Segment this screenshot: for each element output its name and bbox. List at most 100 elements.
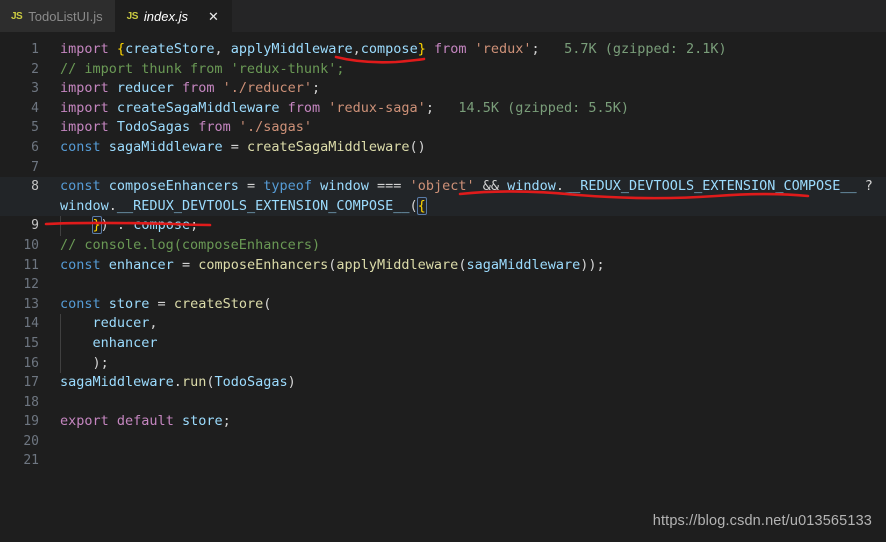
- code-line[interactable]: 1 import {createStore, applyMiddleware,c…: [0, 40, 886, 60]
- code-line[interactable]: 10 // console.log(composeEnhancers): [0, 236, 886, 256]
- line-number: 12: [23, 277, 39, 293]
- close-icon[interactable]: ✕: [208, 10, 219, 23]
- tab-todolistui-js[interactable]: JS TodoListUI.js: [0, 0, 116, 32]
- line-content[interactable]: export default store;: [50, 412, 886, 432]
- code-line[interactable]: 20: [0, 432, 886, 452]
- code-line[interactable]: 19 export default store;: [0, 412, 886, 432]
- editor-tab-bar: JS TodoListUI.js JS index.js ✕: [0, 0, 886, 32]
- line-content[interactable]: // import thunk from 'redux-thunk';: [50, 60, 886, 80]
- token-brace-open: {: [116, 41, 126, 57]
- token-window: window: [320, 178, 369, 195]
- line-content[interactable]: // console.log(composeEnhancers): [50, 236, 886, 256]
- token-store: store: [181, 413, 223, 430]
- line-number: 2: [31, 61, 39, 77]
- watermark-url: https://blog.csdn.net/u013565133: [652, 513, 872, 529]
- token-comment: // console.log(composeEnhancers): [60, 236, 321, 253]
- token-brace-close-matched: }: [91, 216, 102, 235]
- code-line[interactable]: 2 // import thunk from 'redux-thunk';: [0, 60, 886, 80]
- line-content[interactable]: [50, 158, 886, 178]
- line-content[interactable]: [50, 451, 886, 471]
- token-paren-open: (: [263, 295, 272, 312]
- code-content[interactable]: 1 import {createStore, applyMiddleware,c…: [0, 32, 886, 471]
- token-const: const: [60, 256, 101, 273]
- indent-guide: [60, 333, 61, 354]
- code-line[interactable]: 14 reducer,: [0, 314, 886, 334]
- line-content[interactable]: import createSagaMiddleware from 'redux-…: [50, 99, 886, 119]
- token-ternary-question: ?: [856, 178, 873, 195]
- code-line[interactable]: 21: [0, 451, 886, 471]
- token-run-method: run: [181, 374, 207, 391]
- line-content[interactable]: [50, 275, 886, 295]
- code-line[interactable]: 6 const sagaMiddleware = createSagaMiddl…: [0, 138, 886, 158]
- line-content[interactable]: import reducer from './reducer';: [50, 79, 886, 99]
- line-content[interactable]: enhancer: [50, 333, 886, 354]
- line-content[interactable]: [50, 393, 886, 413]
- token-semicolon: ;: [190, 217, 199, 234]
- code-line[interactable]: 7: [0, 158, 886, 178]
- token-sagamiddleware: sagaMiddleware: [60, 374, 174, 391]
- code-line[interactable]: 5 import TodoSagas from './sagas': [0, 118, 886, 138]
- token-composeenhancers-call: composeEnhancers: [198, 256, 329, 273]
- token-devtools-compose-prop: __REDUX_DEVTOOLS_EXTENSION_COMPOSE__: [116, 197, 410, 214]
- token-assign: =: [149, 295, 174, 312]
- code-line[interactable]: 15 enhancer: [0, 333, 886, 354]
- token-from: from: [198, 119, 231, 136]
- tab-index-js[interactable]: JS index.js ✕: [115, 0, 232, 32]
- line-content[interactable]: reducer,: [50, 314, 886, 334]
- token-todosagas-arg: TodoSagas: [214, 374, 288, 391]
- js-file-icon: JS: [11, 10, 23, 22]
- line-content[interactable]: import TodoSagas from './sagas': [50, 118, 886, 138]
- token-const: const: [60, 295, 101, 312]
- token-logical-and: &&: [474, 178, 508, 195]
- code-line[interactable]: 17 sagaMiddleware.run(TodoSagas): [0, 373, 886, 393]
- line-content[interactable]: );: [50, 353, 886, 374]
- line-number: 18: [23, 394, 39, 410]
- token-enhancer-arg: enhancer: [92, 334, 158, 351]
- token-assign: =: [222, 138, 247, 155]
- line-content[interactable]: sagaMiddleware.run(TodoSagas): [50, 373, 886, 393]
- code-line[interactable]: 11 const enhancer = composeEnhancers(app…: [0, 256, 886, 276]
- token-module-path: './reducer': [222, 80, 313, 97]
- line-content[interactable]: const enhancer = composeEnhancers(applyM…: [50, 256, 886, 276]
- token-comment: // import thunk from 'redux-thunk';: [60, 60, 345, 77]
- code-editor[interactable]: 1 import {createStore, applyMiddleware,c…: [0, 32, 886, 542]
- token-from: from: [287, 99, 321, 116]
- code-line[interactable]: 3 import reducer from './reducer';: [0, 79, 886, 99]
- line-number: 10: [23, 237, 39, 253]
- code-line[interactable]: 12: [0, 275, 886, 295]
- line-content[interactable]: import {createStore, applyMiddleware,com…: [50, 40, 886, 60]
- token-brace-open-matched: {: [416, 196, 427, 215]
- line-number: 7: [31, 159, 39, 175]
- line-number: 4: [31, 100, 39, 116]
- code-line[interactable]: 8 const composeEnhancers = typeof window…: [0, 177, 886, 197]
- code-line-wrapped[interactable]: window.__REDUX_DEVTOOLS_EXTENSION_COMPOS…: [0, 196, 886, 217]
- token-dot: .: [173, 374, 182, 391]
- line-content[interactable]: [50, 432, 886, 452]
- code-line[interactable]: 16 );: [0, 353, 886, 374]
- token-window: window: [60, 197, 109, 214]
- token-import: import: [60, 80, 109, 97]
- line-content[interactable]: const composeEnhancers = typeof window =…: [50, 177, 886, 197]
- line-number: 11: [23, 257, 39, 273]
- code-line[interactable]: 18: [0, 393, 886, 413]
- line-content[interactable]: window.__REDUX_DEVTOOLS_EXTENSION_COMPOS…: [50, 196, 886, 217]
- indent-guide: [60, 216, 61, 236]
- vscode-window: JS TodoListUI.js JS index.js ✕ 1 import …: [0, 0, 886, 542]
- line-content[interactable]: }) : compose;: [50, 216, 886, 236]
- token-const: const: [60, 178, 101, 195]
- token-createsagamiddleware: createSagaMiddleware: [116, 99, 280, 116]
- token-comma: ,: [214, 41, 231, 57]
- code-line[interactable]: 4 import createSagaMiddleware from 'redu…: [0, 99, 886, 119]
- code-line[interactable]: 13 const store = createStore(: [0, 295, 886, 315]
- line-content[interactable]: const store = createStore(: [50, 295, 886, 315]
- code-line[interactable]: 9 }) : compose;: [0, 216, 886, 236]
- import-cost-hint: 5.7K (gzipped: 2.1K): [564, 41, 727, 57]
- token-close-parens: ));: [580, 256, 605, 273]
- line-content[interactable]: const sagaMiddleware = createSagaMiddlew…: [50, 138, 886, 158]
